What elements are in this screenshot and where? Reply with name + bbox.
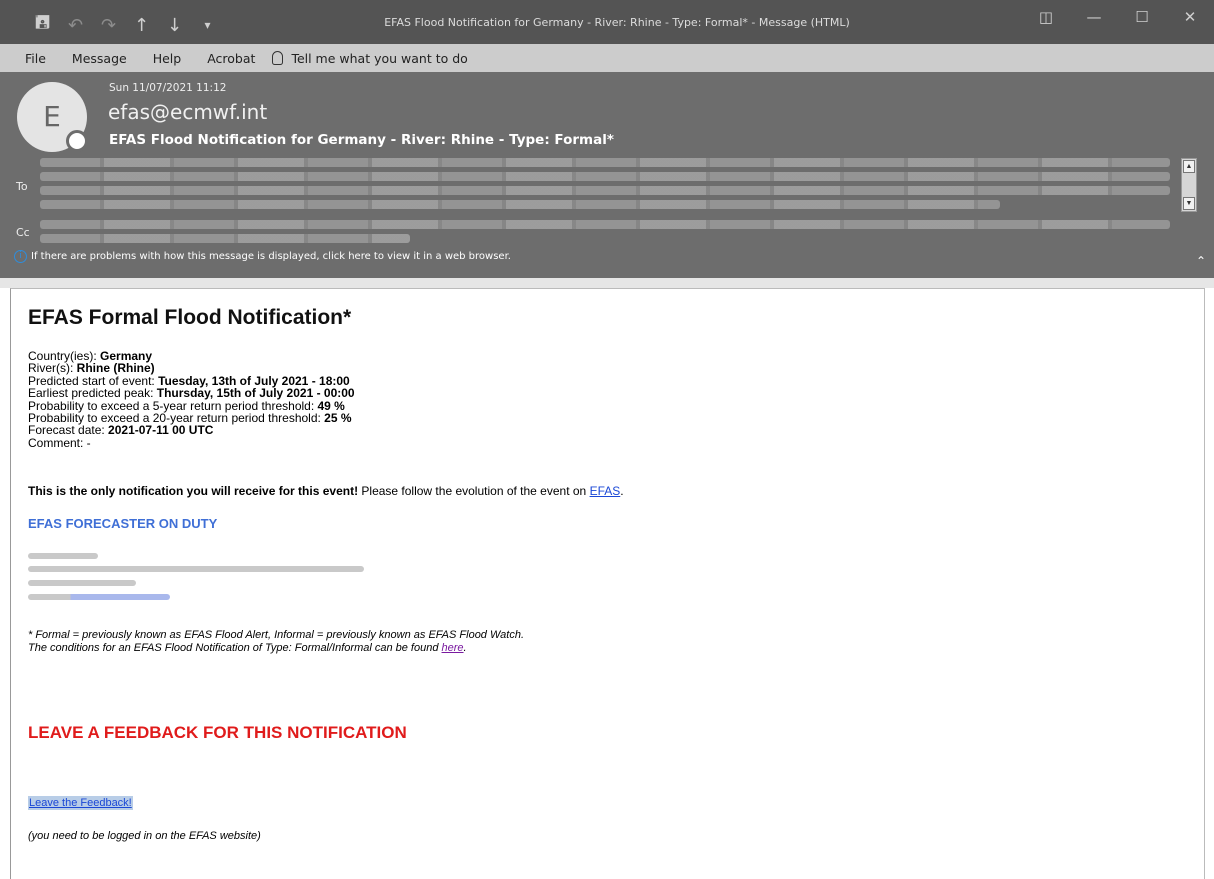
here-link[interactable]: here bbox=[442, 642, 464, 654]
maximize-icon[interactable]: ☐ bbox=[1118, 8, 1166, 26]
collapse-header-icon[interactable]: ⌃ bbox=[1196, 254, 1206, 268]
sent-date: Sun 11/07/2021 11:12 bbox=[109, 82, 227, 94]
forecaster-signature-blurred bbox=[28, 580, 136, 586]
window-controls: ◫ — ☐ ✕ bbox=[1022, 8, 1214, 26]
tell-me-text: Tell me what you want to do bbox=[291, 50, 468, 66]
message-header: E Sun 11/07/2021 11:12 efas@ecmwf.int EF… bbox=[0, 72, 1214, 278]
recipients-scrollbar[interactable]: ▲ ▼ bbox=[1181, 158, 1197, 212]
scroll-up-icon[interactable]: ▲ bbox=[1183, 160, 1195, 173]
tell-me-search[interactable]: Tell me what you want to do bbox=[272, 50, 468, 66]
close-icon[interactable]: ✕ bbox=[1166, 8, 1214, 26]
detail-row: Comment: - bbox=[28, 435, 91, 450]
only-notification-note: This is the only notification you will r… bbox=[28, 484, 624, 498]
footnote: * Formal = previously known as EFAS Floo… bbox=[28, 629, 525, 654]
to-recipients-blurred bbox=[40, 172, 1170, 181]
only-notification-bold: This is the only notification you will r… bbox=[28, 484, 359, 498]
header-separator bbox=[0, 278, 1214, 288]
feedback-heading: LEAVE A FEEDBACK FOR THIS NOTIFICATION bbox=[28, 723, 407, 742]
efas-link[interactable]: EFAS bbox=[590, 484, 621, 498]
to-recipients-blurred bbox=[40, 200, 1000, 209]
cc-recipients-blurred bbox=[40, 234, 410, 243]
presence-indicator bbox=[66, 130, 88, 152]
event-details: Country(ies): Germany River(s): Rhine (R… bbox=[28, 350, 355, 449]
info-bar[interactable]: i If there are problems with how this me… bbox=[14, 250, 511, 263]
logged-in-note: (you need to be logged in on the EFAS we… bbox=[28, 830, 261, 842]
to-recipients-blurred bbox=[40, 186, 1170, 195]
to-recipients-blurred bbox=[40, 158, 1170, 167]
body-heading: EFAS Formal Flood Notification* bbox=[28, 306, 352, 329]
menu-acrobat[interactable]: Acrobat bbox=[194, 51, 268, 66]
forecaster-heading: EFAS FORECASTER ON DUTY bbox=[28, 516, 218, 531]
forecaster-signature-blurred bbox=[28, 566, 364, 572]
message-subject: EFAS Flood Notification for Germany - Ri… bbox=[109, 132, 614, 148]
to-label: To bbox=[16, 180, 28, 193]
menu-message[interactable]: Message bbox=[59, 51, 140, 66]
menu-file[interactable]: File bbox=[0, 51, 59, 66]
cc-recipients-blurred bbox=[40, 220, 1170, 229]
title-bar: 🖪 ↶ ↷ ↑ ↓ ▾ EFAS Flood Notification for … bbox=[0, 0, 1214, 44]
scroll-down-icon[interactable]: ▼ bbox=[1183, 197, 1195, 210]
lightbulb-icon bbox=[272, 51, 284, 65]
forecaster-email-blurred[interactable] bbox=[28, 594, 170, 600]
forecaster-signature-blurred bbox=[28, 553, 98, 559]
leave-feedback-link[interactable]: Leave the Feedback! bbox=[28, 796, 133, 810]
sender-address[interactable]: efas@ecmwf.int bbox=[108, 100, 267, 124]
minimize-icon[interactable]: — bbox=[1070, 8, 1118, 26]
info-icon: i bbox=[14, 250, 27, 263]
info-text: If there are problems with how this mess… bbox=[31, 251, 511, 262]
menu-bar: File Message Help Acrobat Tell me what y… bbox=[0, 44, 1214, 72]
ribbon-display-icon[interactable]: ◫ bbox=[1022, 8, 1070, 26]
cc-label: Cc bbox=[16, 226, 30, 239]
menu-help[interactable]: Help bbox=[140, 51, 195, 66]
